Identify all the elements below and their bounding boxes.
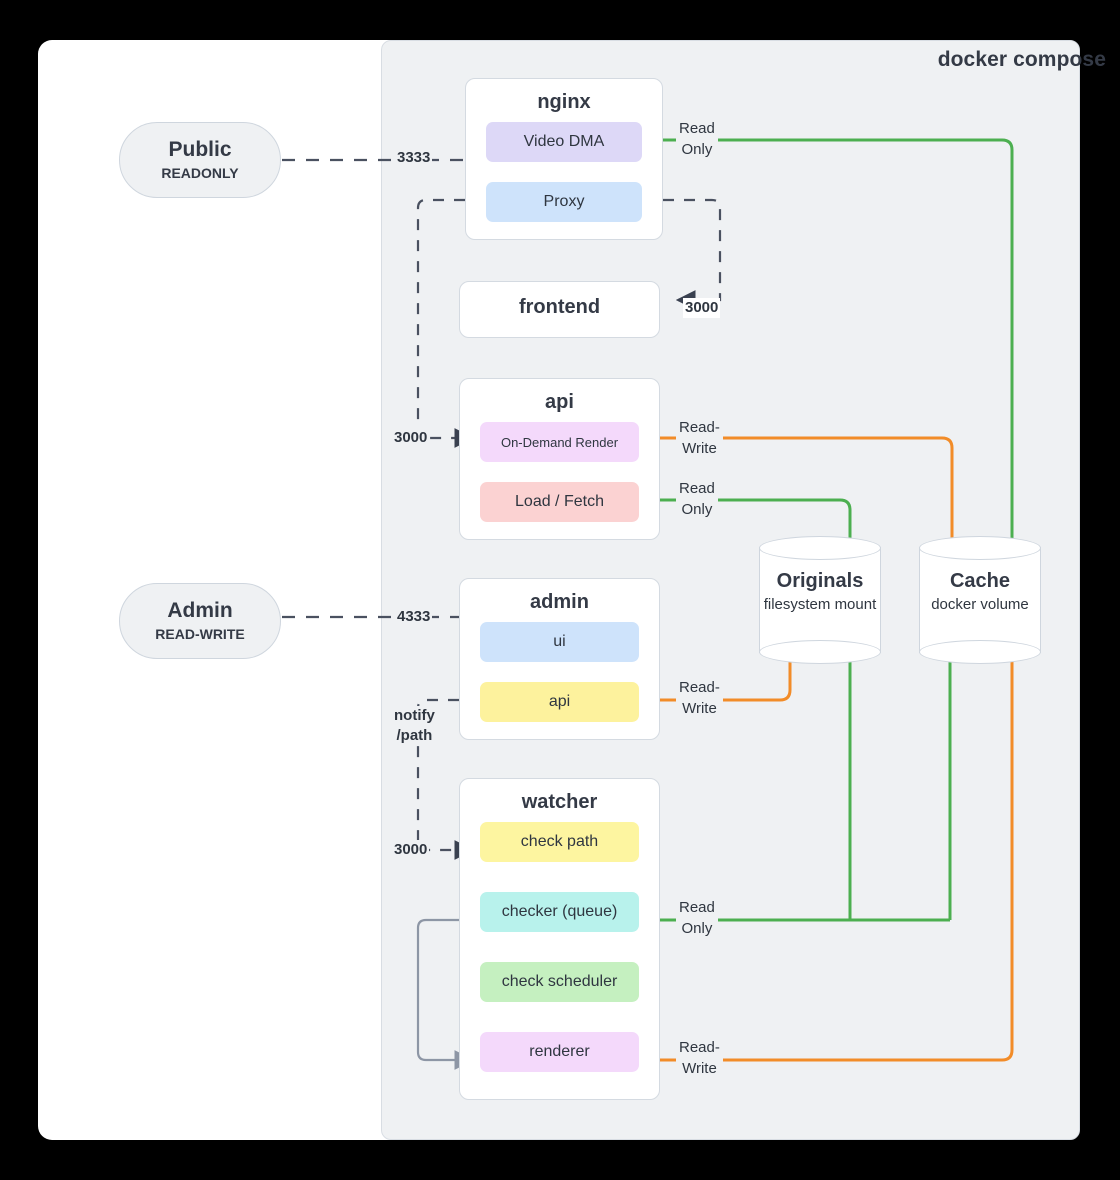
service-frontend-title: frontend bbox=[518, 296, 601, 318]
actor-public-name: Public bbox=[168, 138, 232, 162]
originals-cylinder-bottom bbox=[759, 640, 881, 664]
cache-cylinder-bottom bbox=[919, 640, 1041, 664]
actor-admin[interactable]: Admin READ-WRITE bbox=[119, 583, 281, 659]
docker-compose-title: docker compose bbox=[937, 48, 1106, 71]
originals-cylinder-top bbox=[759, 536, 881, 560]
access-label-renderer-cache: Read- Write bbox=[676, 1037, 723, 1079]
access-label-api-load-originals: Read Only bbox=[676, 478, 718, 520]
port-label-api-3000: 3000 bbox=[392, 428, 430, 448]
store-originals-kind: filesystem mount bbox=[763, 596, 877, 613]
port-label-3333: 3333 bbox=[395, 148, 433, 168]
store-cache[interactable]: Cache docker volume bbox=[919, 536, 1041, 664]
port-label-notify-path: notify /path bbox=[392, 706, 437, 745]
port-label-frontend-3000: 3000 bbox=[683, 298, 721, 318]
diagram-canvas: docker compose Public READONLY Admin REA… bbox=[0, 0, 1120, 1180]
service-admin[interactable]: admin ui api bbox=[459, 578, 660, 740]
actor-public-access: READONLY bbox=[161, 164, 239, 181]
admin-box-ui[interactable]: ui bbox=[480, 622, 639, 662]
watcher-box-renderer[interactable]: renderer bbox=[480, 1032, 639, 1072]
watcher-box-checker-queue[interactable]: checker (queue) bbox=[480, 892, 639, 932]
actor-public[interactable]: Public READONLY bbox=[119, 122, 281, 198]
admin-box-api[interactable]: api bbox=[480, 682, 639, 722]
store-originals-name: Originals bbox=[776, 570, 864, 592]
access-label-admin-originals: Read- Write bbox=[676, 677, 723, 719]
store-cache-kind: docker volume bbox=[931, 596, 1029, 613]
service-admin-title: admin bbox=[530, 591, 589, 613]
service-nginx[interactable]: nginx Video DMA Proxy bbox=[465, 78, 663, 240]
service-nginx-title: nginx bbox=[537, 91, 591, 113]
api-box-on-demand-render[interactable]: On-Demand Render bbox=[480, 422, 639, 462]
access-label-api-render-cache: Read- Write bbox=[676, 417, 723, 459]
nginx-box-video-dma[interactable]: Video DMA bbox=[486, 122, 642, 162]
watcher-box-check-scheduler[interactable]: check scheduler bbox=[480, 962, 639, 1002]
port-label-4333: 4333 bbox=[395, 607, 433, 627]
port-label-watcher-3000: 3000 bbox=[392, 840, 430, 860]
store-cache-name: Cache bbox=[949, 570, 1011, 592]
cache-cylinder-top bbox=[919, 536, 1041, 560]
service-api-title: api bbox=[545, 391, 574, 413]
actor-admin-access: READ-WRITE bbox=[155, 625, 245, 642]
access-label-checker-stores: Read Only bbox=[676, 897, 718, 939]
service-frontend[interactable]: frontend bbox=[459, 281, 660, 338]
service-watcher[interactable]: watcher check path checker (queue) check… bbox=[459, 778, 660, 1100]
api-box-load-fetch[interactable]: Load / Fetch bbox=[480, 482, 639, 522]
access-label-videodma-originals: Read Only bbox=[676, 118, 718, 160]
actor-admin-name: Admin bbox=[167, 599, 233, 623]
service-api[interactable]: api On-Demand Render Load / Fetch bbox=[459, 378, 660, 540]
nginx-box-proxy[interactable]: Proxy bbox=[486, 182, 642, 222]
watcher-box-check-path[interactable]: check path bbox=[480, 822, 639, 862]
service-watcher-title: watcher bbox=[521, 791, 598, 813]
store-originals[interactable]: Originals filesystem mount bbox=[759, 536, 881, 664]
